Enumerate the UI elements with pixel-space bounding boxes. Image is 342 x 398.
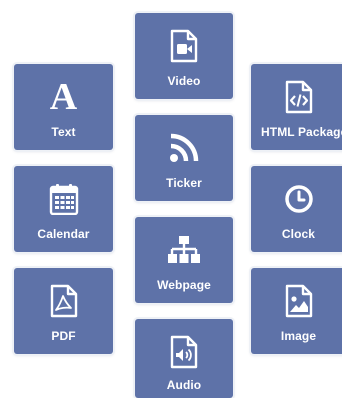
image-file-icon bbox=[251, 282, 342, 320]
html-package-widget-tile[interactable]: HTML Package bbox=[251, 64, 342, 150]
video-widget-tile[interactable]: Video bbox=[135, 13, 233, 99]
webpage-widget-tile[interactable]: Webpage bbox=[135, 217, 233, 303]
calendar-icon bbox=[14, 180, 113, 218]
webpage-widget-label: Webpage bbox=[157, 278, 211, 292]
text-widget-label: Text bbox=[51, 125, 76, 139]
sitemap-icon bbox=[135, 231, 233, 269]
calendar-widget-tile[interactable]: Calendar bbox=[14, 166, 113, 252]
code-file-icon bbox=[251, 78, 342, 116]
ticker-widget-label: Ticker bbox=[166, 176, 202, 190]
pdf-file-icon bbox=[14, 282, 113, 320]
clock-icon bbox=[251, 180, 342, 218]
audio-file-icon bbox=[135, 333, 233, 371]
audio-widget-label: Audio bbox=[166, 378, 202, 392]
audio-widget-tile[interactable]: Audio bbox=[135, 319, 233, 398]
video-file-icon bbox=[135, 27, 233, 65]
letter-a-icon: A bbox=[49, 76, 78, 118]
calendar-widget-label: Calendar bbox=[37, 227, 90, 241]
video-widget-label: Video bbox=[167, 74, 201, 88]
text-widget-tile[interactable]: A Text bbox=[14, 64, 113, 150]
rss-icon bbox=[135, 129, 233, 167]
image-widget-tile[interactable]: Image bbox=[251, 268, 342, 354]
ticker-widget-tile[interactable]: Ticker bbox=[135, 115, 233, 201]
pdf-widget-label: PDF bbox=[51, 329, 76, 343]
pdf-widget-tile[interactable]: PDF bbox=[14, 268, 113, 354]
image-widget-label: Image bbox=[280, 329, 317, 343]
html-package-widget-label: HTML Package bbox=[261, 125, 342, 139]
clock-widget-tile[interactable]: Clock bbox=[251, 166, 342, 252]
clock-widget-label: Clock bbox=[281, 227, 316, 241]
